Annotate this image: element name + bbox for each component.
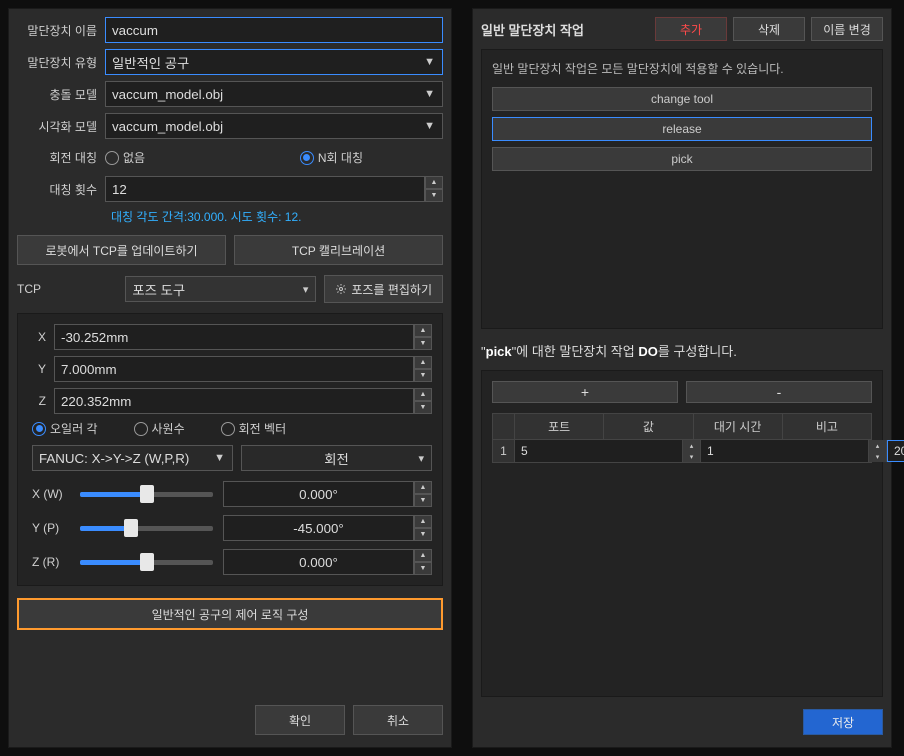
input-slider-yp[interactable] [223, 515, 414, 541]
input-tcp-z[interactable] [54, 388, 414, 414]
spin-up-icon[interactable]: ▲ [425, 176, 443, 189]
left-panel: 말단장치 이름 말단장치 유형 ▼ 충돌 모델 ▼ 시각화 모델 ▼ 회전 대칭… [8, 8, 452, 748]
spin-down-icon[interactable]: ▼ [414, 562, 432, 575]
spin-up-icon[interactable]: ▲ [414, 356, 432, 369]
do-config-title: "pick"에 대한 말단장치 작업 DO를 구성합니다. [481, 341, 883, 360]
col-value: 값 [604, 414, 693, 439]
input-sym-count[interactable] [105, 176, 425, 202]
spin-down-icon[interactable]: ▼ [414, 369, 432, 382]
input-tcp-y[interactable] [54, 356, 414, 382]
label-x: X [32, 330, 54, 344]
spin-down-icon[interactable]: ▼ [414, 494, 432, 507]
select-pose-tool[interactable] [125, 276, 316, 302]
right-title: 일반 말단장치 작업 [481, 20, 649, 39]
do-table-header: 포트 값 대기 시간 비고 [492, 413, 872, 440]
edit-pose-label: 포즈를 편집하기 [351, 281, 432, 298]
spin-up-icon[interactable]: ▲ [414, 388, 432, 401]
radio-rotvec[interactable]: 회전 벡터 [221, 420, 287, 437]
spin-down-icon[interactable]: ▾ [682, 451, 700, 462]
spin-up-icon[interactable]: ▴ [868, 440, 886, 451]
col-note: 비고 [783, 414, 871, 439]
col-idx [493, 414, 515, 439]
select-visual-model[interactable] [105, 113, 443, 139]
edit-pose-button[interactable]: 포즈를 편집하기 [324, 275, 443, 303]
save-button[interactable]: 저장 [803, 709, 883, 735]
label-z: Z [32, 394, 54, 408]
remove-row-button[interactable]: - [686, 381, 872, 403]
label-y: Y [32, 362, 54, 376]
radio-symmetry-nfold[interactable]: N회 대칭 [300, 149, 363, 166]
label-slider-xw: X (W) [32, 487, 70, 501]
select-euler-order[interactable] [32, 445, 233, 471]
select-rotate[interactable] [241, 445, 432, 471]
tcp-box: X ▲▼ Y ▲▼ Z ▲▼ 오일러 각 [17, 313, 443, 586]
slider-zr[interactable] [80, 554, 213, 570]
spin-down-icon[interactable]: ▼ [414, 401, 432, 414]
radio-rotvec-label: 회전 벡터 [239, 420, 287, 437]
right-section-hint: 일반 말단장치 작업은 모든 말단장치에 적용할 수 있습니다. [492, 60, 872, 77]
label-rot-symmetry: 회전 대칭 [17, 149, 105, 166]
add-row-button[interactable]: + [492, 381, 678, 403]
input-slider-xw[interactable] [223, 481, 414, 507]
label-slider-yp: Y (P) [32, 521, 70, 535]
spin-down-icon[interactable]: ▼ [414, 337, 432, 350]
cell-value-input[interactable] [701, 440, 868, 462]
update-tcp-from-robot-button[interactable]: 로봇에서 TCP를 업데이트하기 [17, 235, 226, 265]
action-item-pick[interactable]: pick [492, 147, 872, 171]
spin-down-icon[interactable]: ▼ [425, 189, 443, 202]
ok-button[interactable]: 확인 [255, 705, 345, 735]
right-panel: 일반 말단장치 작업 추가 삭제 이름 변경 일반 말단장치 작업은 모든 말단… [472, 8, 892, 748]
cancel-button[interactable]: 취소 [353, 705, 443, 735]
spin-up-icon[interactable]: ▲ [414, 549, 432, 562]
input-slider-zr[interactable] [223, 549, 414, 575]
symmetry-hint-text: 대칭 각도 간격:30.000. 시도 횟수: 12. [111, 208, 443, 225]
radio-symmetry-nfold-label: N회 대칭 [318, 149, 363, 166]
action-item-change-tool[interactable]: change tool [492, 87, 872, 111]
radio-quaternion[interactable]: 사원수 [134, 420, 185, 437]
do-table-row: 1 ▴▾ ▴▾ ▴▾ [492, 440, 872, 463]
label-collision-model: 충돌 모델 [17, 86, 105, 103]
label-slider-zr: Z (R) [32, 555, 70, 569]
slider-yp[interactable] [80, 520, 213, 536]
tcp-calibration-button[interactable]: TCP 캘리브레이션 [234, 235, 443, 265]
label-sym-count: 대칭 횟수 [17, 181, 105, 198]
input-tcp-x[interactable] [54, 324, 414, 350]
spin-up-icon[interactable]: ▴ [682, 440, 700, 451]
gear-icon [335, 283, 347, 295]
cell-port-input[interactable] [515, 440, 682, 462]
radio-euler-label: 오일러 각 [50, 420, 98, 437]
rename-action-button[interactable]: 이름 변경 [811, 17, 883, 41]
radio-quaternion-label: 사원수 [152, 420, 185, 437]
delete-action-button[interactable]: 삭제 [733, 17, 805, 41]
col-port: 포트 [515, 414, 604, 439]
label-visual-model: 시각화 모델 [17, 118, 105, 135]
input-tool-name[interactable] [105, 17, 443, 43]
cell-idx: 1 [493, 440, 515, 462]
tcp-label: TCP [17, 282, 125, 296]
select-tool-type[interactable] [105, 49, 443, 75]
spin-up-icon[interactable]: ▲ [414, 515, 432, 528]
col-wait: 대기 시간 [694, 414, 783, 439]
label-tool-type: 말단장치 유형 [17, 54, 105, 71]
add-action-button[interactable]: 추가 [655, 17, 727, 41]
radio-symmetry-none-label: 없음 [123, 149, 145, 166]
label-tool-name: 말단장치 이름 [17, 22, 105, 39]
slider-xw[interactable] [80, 486, 213, 502]
configure-control-logic-button[interactable]: 일반적인 공구의 제어 로직 구성 [17, 598, 443, 630]
radio-symmetry-none[interactable]: 없음 [105, 149, 145, 166]
spin-down-icon[interactable]: ▾ [868, 451, 886, 462]
radio-euler[interactable]: 오일러 각 [32, 420, 98, 437]
spin-up-icon[interactable]: ▲ [414, 481, 432, 494]
action-item-release[interactable]: release [492, 117, 872, 141]
cell-wait-input[interactable] [887, 440, 904, 462]
spin-down-icon[interactable]: ▼ [414, 528, 432, 541]
select-collision-model[interactable] [105, 81, 443, 107]
spin-up-icon[interactable]: ▲ [414, 324, 432, 337]
